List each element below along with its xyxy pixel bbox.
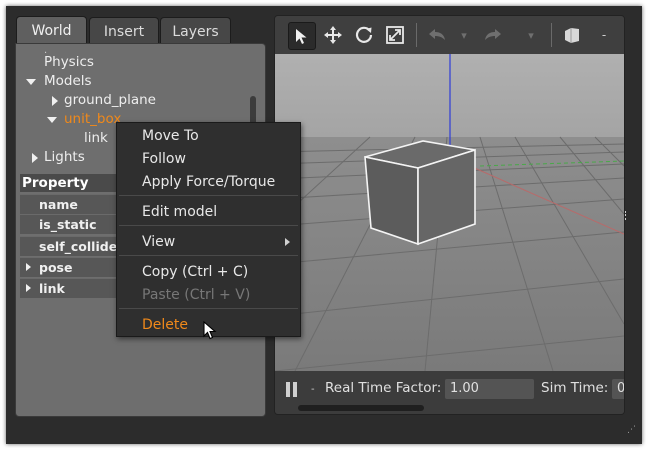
undo-history-chevron-down-icon[interactable]: ▾	[451, 22, 477, 48]
expand-arrow-icon[interactable]	[47, 117, 57, 123]
collapse-arrow-icon[interactable]	[52, 96, 58, 106]
menu-separator	[119, 308, 298, 309]
sim-time-label: Sim Time:	[541, 380, 609, 396]
resize-grip-icon[interactable]: ⋰	[627, 426, 636, 435]
prop-label: link	[39, 281, 65, 296]
tree-item-physics[interactable]: Physics	[44, 53, 94, 72]
redo-icon[interactable]	[480, 22, 506, 48]
box-shape-icon[interactable]	[559, 22, 585, 48]
menu-item-paste: Paste (Ctrl + V)	[142, 287, 251, 303]
rtf-label: Real Time Factor:	[325, 380, 442, 396]
pause-icon[interactable]	[293, 382, 297, 397]
tab-world[interactable]: World	[16, 16, 87, 46]
tree-item-models[interactable]: Models	[44, 72, 92, 91]
time-panel: - Real Time Factor: 1.00 Sim Time: 0	[275, 371, 624, 414]
mouse-cursor-icon	[203, 321, 217, 340]
more-tools-icon[interactable]: -	[591, 22, 617, 48]
menu-separator	[119, 255, 298, 256]
menu-separator	[119, 195, 298, 196]
render-view[interactable]: ▾ ▾ - - Real Time Factor: 1.00 Sim Time:…	[274, 15, 625, 415]
scale-icon[interactable]	[382, 22, 408, 48]
tree-item-ground-plane[interactable]: ground_plane	[64, 91, 156, 110]
toolbar-separator	[551, 23, 552, 47]
prop-label: self_collide	[39, 239, 118, 254]
menu-item-view[interactable]: View	[142, 232, 175, 252]
gazebo-window: World Insert Layers . Physics Models gro…	[6, 6, 642, 444]
menu-item-apply-force-torque[interactable]: Apply Force/Torque	[142, 172, 275, 192]
rotate-icon[interactable]	[351, 22, 377, 48]
expand-arrow-icon[interactable]	[26, 79, 36, 85]
sim-time-value-field: 0	[612, 379, 624, 399]
time-panel-scrollbar[interactable]	[298, 405, 424, 411]
redo-history-chevron-down-icon[interactable]: ▾	[518, 22, 544, 48]
select-arrow-icon[interactable]	[288, 22, 316, 50]
tab-layers[interactable]: Layers	[160, 17, 231, 45]
unit-box-model[interactable]	[364, 140, 476, 246]
tree-item-lights[interactable]: Lights	[44, 148, 85, 167]
tree-item-unit-box[interactable]: unit_box	[64, 110, 121, 129]
menu-item-follow[interactable]: Follow	[142, 149, 186, 169]
toolbar-separator	[416, 23, 417, 47]
undo-icon[interactable]	[424, 22, 450, 48]
rtf-value-field: 1.00	[445, 379, 534, 399]
menu-separator	[119, 225, 298, 226]
translate-icon[interactable]	[320, 22, 346, 48]
menu-item-delete[interactable]: Delete	[142, 315, 188, 335]
prop-label: name	[39, 197, 78, 212]
pause-icon[interactable]	[286, 382, 290, 397]
scene-canvas[interactable]	[275, 54, 624, 372]
tree-item-link[interactable]: link	[84, 129, 108, 148]
menu-item-copy[interactable]: Copy (Ctrl + C)	[142, 262, 248, 282]
collapse-arrow-icon[interactable]	[32, 153, 38, 163]
menu-item-edit-model[interactable]: Edit model	[142, 202, 217, 222]
context-menu: Move To Follow Apply Force/Torque Edit m…	[116, 122, 301, 337]
expand-arrow-icon[interactable]	[26, 284, 31, 292]
tab-insert[interactable]: Insert	[89, 17, 159, 45]
property-header-label: Property	[22, 175, 89, 191]
menu-item-move-to[interactable]: Move To	[142, 126, 199, 146]
prop-label: pose	[39, 260, 73, 275]
render-toolbar: ▾ ▾ -	[275, 16, 624, 54]
expand-arrow-icon[interactable]	[26, 263, 31, 271]
step-button[interactable]: -	[311, 384, 315, 395]
prop-label: is_static	[39, 217, 97, 232]
submenu-arrow-icon	[285, 238, 290, 246]
